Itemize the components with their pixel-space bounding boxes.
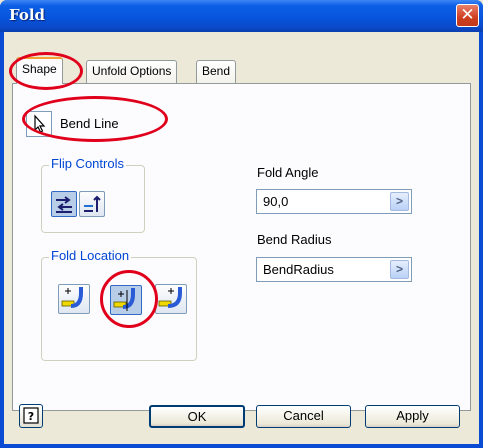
bend-radius-value: BendRadius <box>263 262 334 277</box>
tab-unfold-options-label: Unfold Options <box>92 64 172 78</box>
chevron-right-icon: > <box>395 262 403 276</box>
flip-side-icon <box>56 196 72 213</box>
ok-button[interactable]: OK <box>149 405 245 428</box>
bend-radius-input[interactable]: BendRadius > <box>256 257 412 282</box>
tab-shape[interactable]: Shape <box>16 57 63 84</box>
help-button[interactable]: ? <box>19 404 43 428</box>
flip-controls-title: Flip Controls <box>49 156 126 171</box>
shape-tab-panel <box>12 83 471 411</box>
tab-shape-label: Shape <box>22 62 57 76</box>
close-icon: ✕ <box>460 5 475 25</box>
fold-angle-input[interactable]: 90,0 > <box>256 189 412 214</box>
help-icon: ? <box>23 407 39 424</box>
fold-location-left-button[interactable] <box>58 284 90 314</box>
cursor-arrow-icon <box>34 114 46 133</box>
fold-location-left-icon <box>61 287 83 308</box>
bend-radius-label: Bend Radius <box>257 232 332 247</box>
fold-location-right-button[interactable] <box>155 284 187 314</box>
apply-button[interactable]: Apply <box>365 405 460 428</box>
cancel-button-label: Cancel <box>283 408 324 423</box>
title-bar: Fold ✕ <box>0 0 483 32</box>
fold-location-title: Fold Location <box>49 248 132 263</box>
svg-text:?: ? <box>28 410 34 423</box>
flip-direction-icon <box>84 195 101 212</box>
bend-line-label: Bend Line <box>60 116 119 131</box>
window-title: Fold <box>9 6 46 24</box>
tab-unfold-options[interactable]: Unfold Options <box>86 60 178 83</box>
bend-line-select-button[interactable] <box>26 111 52 137</box>
chevron-right-icon: > <box>395 194 403 208</box>
tab-bend[interactable]: Bend <box>196 60 237 83</box>
fold-location-centerline-icon <box>113 288 135 311</box>
fold-location-right-icon <box>158 287 182 308</box>
fold-angle-expand-button[interactable]: > <box>390 192 409 211</box>
bend-radius-expand-button[interactable]: > <box>390 260 409 279</box>
fold-angle-value: 90,0 <box>263 194 289 209</box>
apply-button-label: Apply <box>396 408 429 423</box>
tab-bend-label: Bend <box>202 64 231 78</box>
fold-angle-label: Fold Angle <box>257 165 319 180</box>
flip-side-button[interactable] <box>51 191 77 217</box>
fold-location-centerline-button[interactable] <box>110 285 142 315</box>
fold-dialog: Fold ✕ Shape Unfold Options Bend Bend Li… <box>0 0 483 448</box>
cancel-button[interactable]: Cancel <box>256 405 351 428</box>
ok-button-label: OK <box>187 409 207 424</box>
close-button[interactable]: ✕ <box>456 4 479 27</box>
dialog-client-area: Shape Unfold Options Bend Bend Line Flip… <box>4 32 479 444</box>
flip-direction-button[interactable] <box>79 191 105 217</box>
